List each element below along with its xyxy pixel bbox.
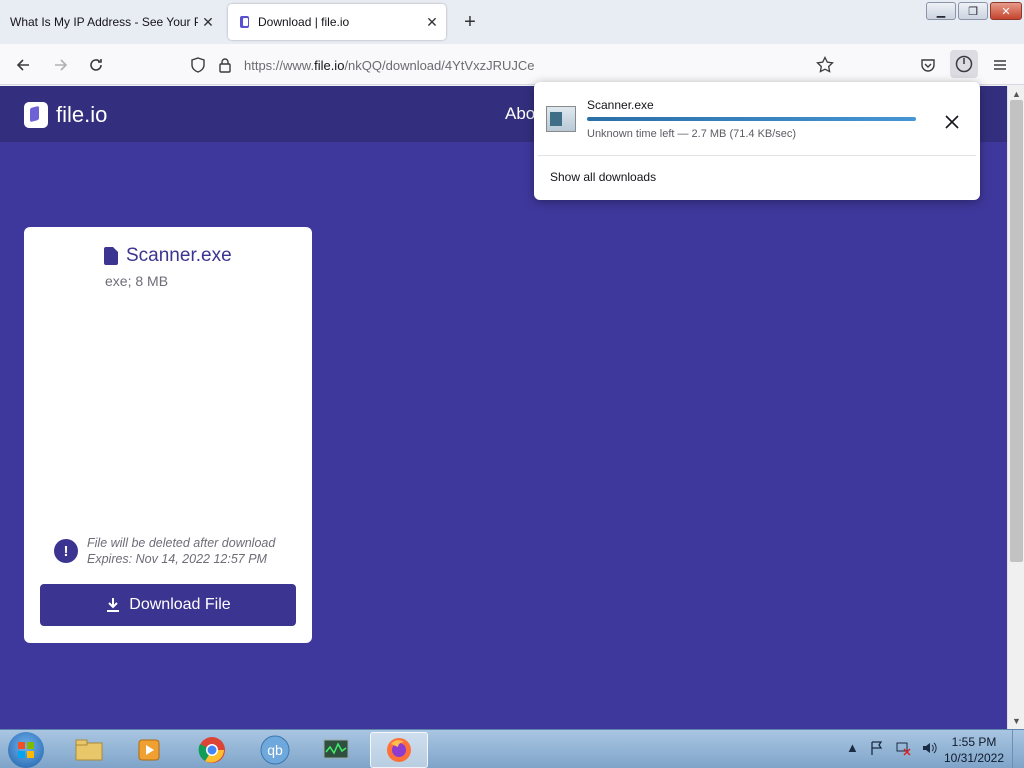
qb-label: qb xyxy=(267,742,283,758)
url-path: /nkQQ/download/4YtVxzJRUJCe xyxy=(344,57,535,73)
downloads-button[interactable] xyxy=(950,50,978,78)
folder-icon xyxy=(75,739,103,761)
system-tray: ▲ xyxy=(846,740,937,756)
windows-logo-icon xyxy=(18,742,34,758)
clock-time: 1:55 PM xyxy=(951,735,997,749)
download-file-button[interactable]: Download File xyxy=(40,584,296,626)
exclamation-icon: ! xyxy=(54,539,78,563)
deletion-notice: ! File will be deleted after download Ex… xyxy=(54,535,275,567)
download-item-name[interactable]: Scanner.exe xyxy=(587,98,654,112)
nav-link-about[interactable]: Abo xyxy=(505,104,535,124)
download-card: Scanner.exe exe; 8 MB ! File will be del… xyxy=(24,227,312,643)
tab-what-is-my-ip[interactable]: What Is My IP Address - See Your Pu ✕ xyxy=(0,4,222,40)
network-disconnected-icon[interactable] xyxy=(895,740,911,756)
taskbar-clock[interactable]: 1:55 PM 10/31/2022 xyxy=(938,734,1010,766)
download-progress-bar xyxy=(587,117,916,121)
cancel-download-button[interactable] xyxy=(938,108,966,136)
restore-button[interactable]: ❐ xyxy=(958,2,988,20)
close-icon xyxy=(945,115,959,129)
action-center-flag-icon[interactable] xyxy=(869,740,885,756)
chrome-icon xyxy=(198,737,225,763)
logo-text: file.io xyxy=(56,102,108,127)
reload-icon xyxy=(90,59,102,71)
url-domain: file.io xyxy=(314,57,345,73)
show-desktop-button[interactable] xyxy=(1012,730,1024,768)
taskbar-firefox[interactable] xyxy=(370,732,428,768)
tab-bar: What Is My IP Address - See Your Pu ✕ Do… xyxy=(0,0,1024,44)
taskbar-task-manager[interactable] xyxy=(311,732,361,768)
tab-close-icon[interactable]: ✕ xyxy=(198,12,218,32)
fileio-logo-icon xyxy=(24,102,48,128)
firefox-icon xyxy=(387,738,411,762)
clock-date: 10/31/2022 xyxy=(943,751,1005,765)
taskbar-explorer[interactable] xyxy=(64,732,114,768)
tab-close-icon[interactable]: ✕ xyxy=(422,12,442,32)
pocket-button[interactable] xyxy=(915,52,941,78)
back-arrow-icon xyxy=(16,59,29,71)
qbittorrent-icon: qb xyxy=(260,735,290,765)
url-bar[interactable]: https://www.file.io/nkQQ/download/4YtVxz… xyxy=(182,50,844,80)
bookmark-star-icon[interactable] xyxy=(816,56,834,74)
show-hidden-icons-icon[interactable]: ▲ xyxy=(846,740,859,756)
page-scrollbar[interactable]: ▲ ▼ xyxy=(1007,86,1024,729)
fileio-logo[interactable]: file.io xyxy=(24,102,107,128)
windows-taskbar: qb ▲ 1:55 PM 10/31/2022 xyxy=(0,729,1024,768)
exe-file-icon xyxy=(546,106,576,132)
hamburger-menu-icon xyxy=(994,60,1006,70)
shield-icon[interactable] xyxy=(190,57,206,73)
back-button[interactable] xyxy=(10,52,36,78)
task-manager-icon xyxy=(323,739,349,759)
tab-title: What Is My IP Address - See Your Pu xyxy=(10,15,198,29)
navigation-toolbar: https://www.file.io/nkQQ/download/4YtVxz… xyxy=(0,44,1024,85)
download-file-label: Download File xyxy=(129,596,231,613)
file-meta: exe; 8 MB xyxy=(105,273,169,289)
scroll-thumb[interactable] xyxy=(1010,100,1023,562)
download-icon xyxy=(107,598,120,612)
start-button[interactable] xyxy=(8,732,44,768)
show-all-downloads-link[interactable]: Show all downloads xyxy=(550,170,656,184)
file-icon xyxy=(104,247,118,265)
new-tab-button[interactable]: + xyxy=(458,10,482,34)
download-progress-fill xyxy=(587,117,916,121)
fileio-favicon-icon xyxy=(240,16,249,28)
tab-download-fileio[interactable]: Download | file.io ✕ xyxy=(228,4,446,40)
app-menu-button[interactable] xyxy=(987,52,1013,78)
close-window-button[interactable]: ✕ xyxy=(990,2,1022,20)
url-prefix: https://www. xyxy=(244,57,315,73)
downloads-progress-icon xyxy=(955,55,973,73)
scroll-down-arrow-icon[interactable]: ▼ xyxy=(1008,713,1024,729)
taskbar-media-player[interactable] xyxy=(124,732,174,768)
forward-button[interactable] xyxy=(48,52,74,78)
downloads-panel: Scanner.exe Unknown time left — 2.7 MB (… xyxy=(534,82,980,200)
notice-line-delete: File will be deleted after download xyxy=(87,536,276,550)
panel-divider xyxy=(538,155,976,156)
taskbar-chrome[interactable] xyxy=(187,732,237,768)
download-status: Unknown time left — 2.7 MB (71.4 KB/sec) xyxy=(587,128,797,140)
tab-title: Download | file.io xyxy=(258,15,350,29)
file-title-row: Scanner.exe xyxy=(104,245,232,267)
media-player-icon xyxy=(138,739,160,761)
minimize-button[interactable]: ▁ xyxy=(926,2,956,20)
lock-icon[interactable] xyxy=(218,57,232,73)
taskbar-qbittorrent[interactable]: qb xyxy=(250,732,300,768)
file-name: Scanner.exe xyxy=(126,245,232,266)
reload-button[interactable] xyxy=(83,52,109,78)
pocket-icon xyxy=(921,59,935,72)
notice-line-expires: Expires: Nov 14, 2022 12:57 PM xyxy=(87,552,267,566)
url-text[interactable]: https://www.file.io/nkQQ/download/4YtVxz… xyxy=(244,58,534,73)
window-controls: ▁ ❐ ✕ xyxy=(926,2,1022,20)
volume-icon[interactable] xyxy=(921,740,937,756)
forward-arrow-icon xyxy=(55,59,68,71)
